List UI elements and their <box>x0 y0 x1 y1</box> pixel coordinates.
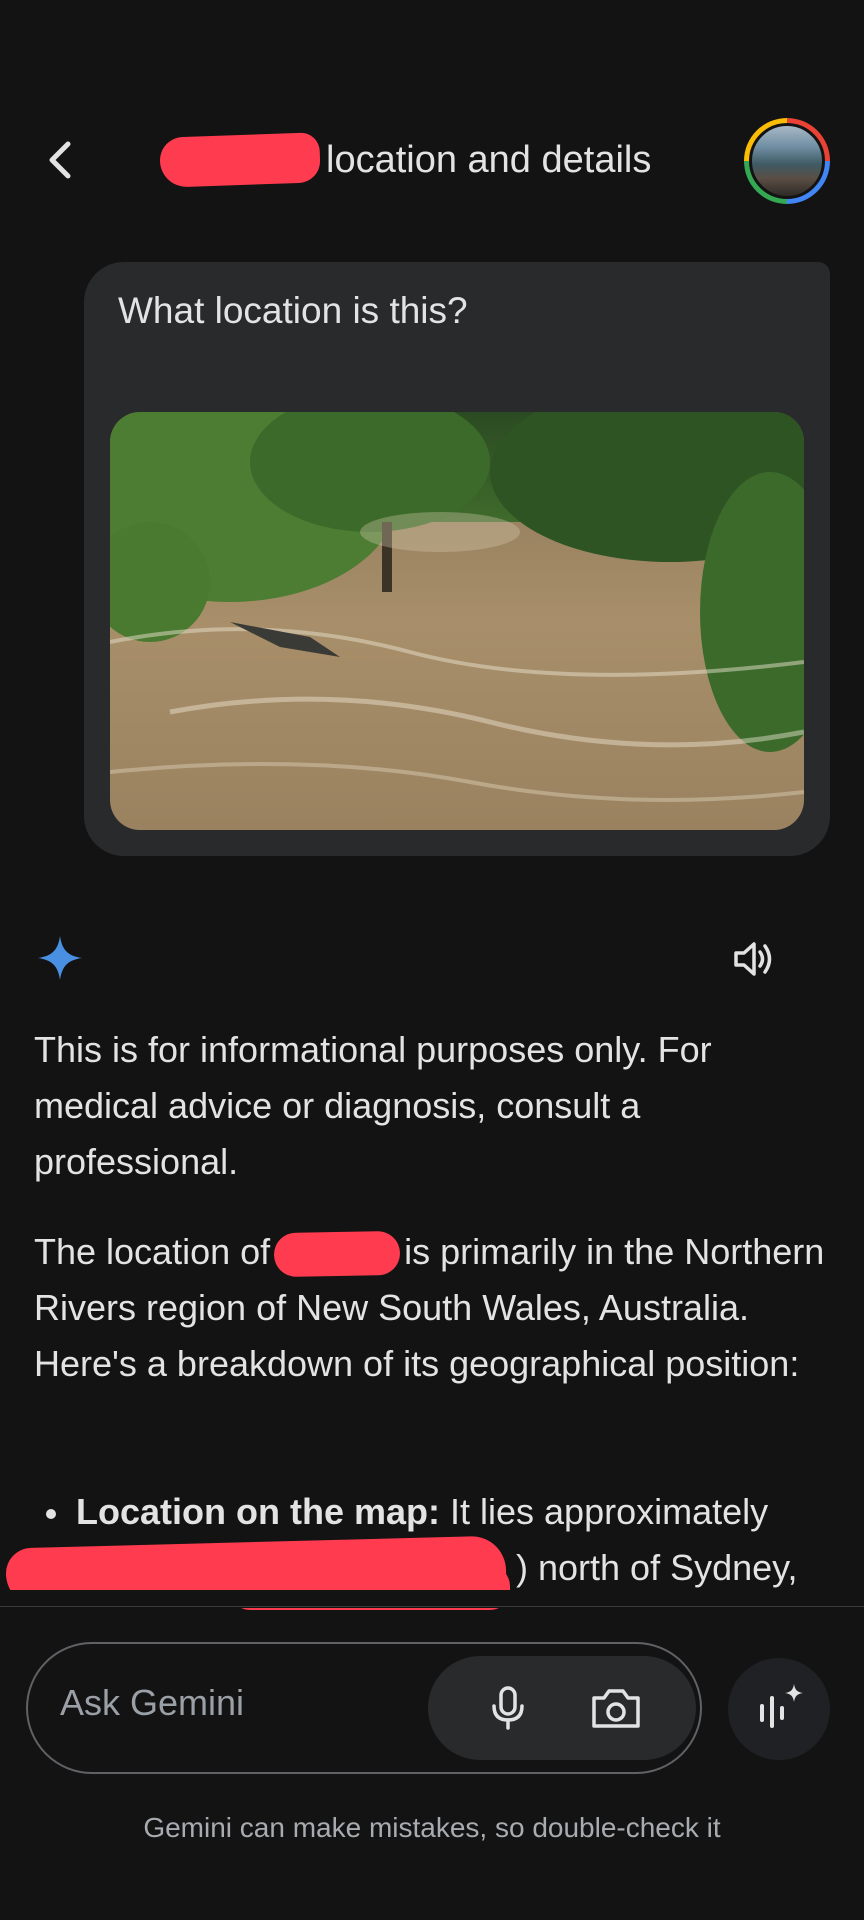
mic-icon <box>492 1686 524 1730</box>
avatar-image <box>749 123 825 199</box>
prompt-input[interactable]: Ask Gemini <box>60 1682 244 1724</box>
redaction-mark <box>273 1231 401 1278</box>
gemini-spark-icon <box>38 936 82 980</box>
top-bar: location and details <box>0 110 864 210</box>
divider <box>0 1606 864 1607</box>
chevron-left-icon <box>49 141 71 179</box>
list-item-continuation: ) north of Sydney, <box>0 1535 864 1610</box>
avatar[interactable] <box>744 118 830 204</box>
paragraph-prefix: The location of <box>34 1231 271 1272</box>
conversation-title: location and details <box>159 132 652 188</box>
mic-button[interactable] <box>482 1682 534 1734</box>
list-item: Location on the map: It lies approximate… <box>34 1484 854 1540</box>
attached-photo[interactable] <box>110 412 804 830</box>
live-voice-button[interactable] <box>728 1658 830 1760</box>
camera-icon <box>592 1689 640 1728</box>
bullet-continuation-text: ) north of Sydney, <box>516 1547 798 1588</box>
user-message-bubble: What location is this? <box>84 262 830 856</box>
input-actions <box>428 1656 696 1760</box>
speaker-icon <box>734 942 772 976</box>
response-header <box>0 930 864 990</box>
response-paragraph: The location of is primarily in the North… <box>34 1224 834 1392</box>
camera-button[interactable] <box>588 1682 644 1734</box>
footer-disclaimer: Gemini can make mistakes, so double-chec… <box>143 1812 721 1843</box>
title-text: location and details <box>326 138 652 181</box>
listen-button[interactable] <box>728 934 778 984</box>
medical-disclaimer: This is for informational purposes only.… <box>34 1029 712 1182</box>
bullet-dot <box>46 1509 56 1520</box>
live-voice-icon <box>760 1684 803 1728</box>
bullet-text: It lies approximately <box>440 1491 769 1532</box>
response-body: This is for informational purposes only.… <box>34 1022 834 1426</box>
redaction-mark <box>159 132 321 188</box>
bullet-label: Location on the map: <box>76 1491 440 1532</box>
user-message-text: What location is this? <box>118 290 468 331</box>
prompt-input-bar[interactable]: Ask Gemini <box>26 1642 702 1774</box>
back-button[interactable] <box>34 132 90 188</box>
